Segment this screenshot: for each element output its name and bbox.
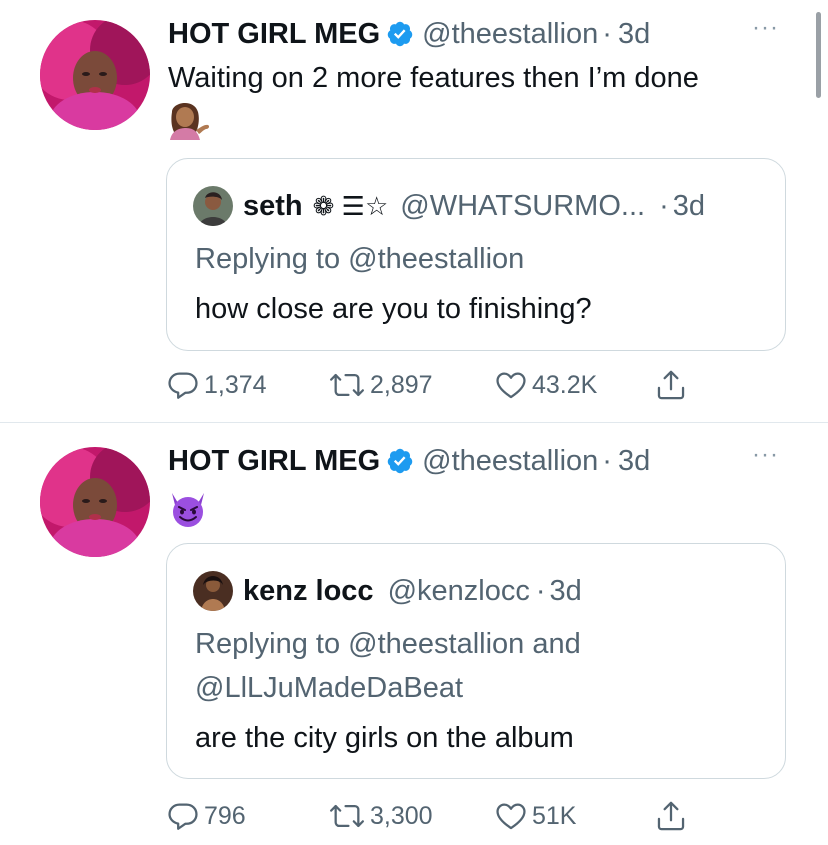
- author-name[interactable]: HOT GIRL MEG: [168, 445, 380, 478]
- woman-tipping-hand-emoji: [170, 102, 210, 140]
- reply-icon: [168, 372, 198, 399]
- share-icon: [657, 801, 685, 831]
- author-handle[interactable]: @theestallion: [422, 18, 598, 51]
- quoted-timestamp: 3d: [672, 189, 705, 222]
- quoted-author-name-glyphs: ❁ ☰☆: [312, 190, 389, 221]
- scrollbar[interactable]: [816, 12, 821, 98]
- verified-badge-icon: [387, 21, 413, 47]
- tweet-actions: 796 3,300 51K: [166, 796, 726, 836]
- separator-dot: ·: [602, 444, 612, 477]
- reply-count: 1,374: [204, 370, 267, 399]
- author-avatar[interactable]: [40, 447, 150, 557]
- verified-badge-icon: [387, 448, 413, 474]
- share-button[interactable]: [654, 365, 688, 405]
- share-icon: [657, 370, 685, 400]
- more-icon[interactable]: ···: [752, 441, 779, 469]
- quoted-author-name: kenz locc: [243, 574, 374, 607]
- author-name[interactable]: HOT GIRL MEG: [168, 18, 380, 51]
- quoted-author-avatar: [193, 186, 233, 226]
- quoted-timestamp: 3d: [549, 574, 582, 607]
- like-button[interactable]: 43.2K: [494, 365, 597, 405]
- quoted-tweet-text: are the city girls on the album: [195, 722, 574, 754]
- heart-icon: [496, 372, 526, 399]
- retweet-icon: [330, 804, 364, 828]
- quoted-tweet-header: kenz locc @kenzlocc · 3d: [193, 570, 582, 612]
- reply-icon: [168, 803, 198, 830]
- replying-to: Replying to @theestallion: [195, 243, 525, 275]
- more-icon[interactable]: ···: [752, 14, 779, 42]
- retweet-button[interactable]: 3,300: [328, 796, 433, 836]
- retweet-icon: [330, 373, 364, 397]
- like-count: 43.2K: [532, 370, 598, 399]
- tweet-actions: 1,374 2,897 43.2K: [166, 365, 726, 405]
- heart-icon: [496, 803, 526, 830]
- retweet-button[interactable]: 2,897: [328, 365, 433, 405]
- retweet-count: 3,300: [370, 801, 433, 830]
- like-button[interactable]: 51K: [494, 796, 576, 836]
- quoted-tweet[interactable]: kenz locc @kenzlocc · 3d Replying to @th…: [166, 543, 786, 779]
- smiling-face-with-horns-emoji: [172, 493, 204, 527]
- reply-button[interactable]: 796: [166, 796, 246, 836]
- quoted-author-handle: @kenzlocc: [387, 574, 530, 607]
- retweet-count: 2,897: [370, 370, 433, 399]
- tweet[interactable]: HOT GIRL MEG @theestallion · 3d ··· kenz…: [0, 423, 828, 845]
- separator-dot: ·: [535, 574, 546, 607]
- reply-count: 796: [204, 801, 246, 830]
- like-count: 51K: [532, 801, 577, 830]
- reply-button[interactable]: 1,374: [166, 365, 267, 405]
- quoted-tweet-text: how close are you to finishing?: [195, 293, 592, 325]
- tweet-text: Waiting on 2 more features then I’m done: [168, 62, 699, 94]
- timestamp[interactable]: 3d: [618, 18, 650, 51]
- separator-dot: ·: [659, 189, 669, 222]
- tweet-header: HOT GIRL MEG @theestallion · 3d: [168, 441, 650, 481]
- quoted-tweet-header: seth ❁ ☰☆ @WHATSURMO... · 3d: [193, 185, 705, 227]
- quoted-author-name: seth: [243, 189, 303, 222]
- share-button[interactable]: [654, 796, 688, 836]
- tweet-header: HOT GIRL MEG @theestallion · 3d: [168, 14, 650, 54]
- quoted-author-avatar: [193, 571, 233, 611]
- timestamp[interactable]: 3d: [618, 445, 650, 478]
- author-avatar[interactable]: [40, 20, 150, 130]
- tweet-emoji: [168, 489, 208, 534]
- replying-to: Replying to @theestallion and @LlLJuMade…: [195, 628, 581, 704]
- separator-dot: ·: [602, 17, 612, 50]
- tweet-emoji: [168, 100, 212, 145]
- tweet[interactable]: HOT GIRL MEG @theestallion · 3d ··· Wait…: [0, 0, 828, 422]
- author-handle[interactable]: @theestallion: [422, 445, 598, 478]
- quoted-author-handle: @WHATSURMO...: [400, 189, 646, 222]
- quoted-tweet[interactable]: seth ❁ ☰☆ @WHATSURMO... · 3d Replying to…: [166, 158, 786, 351]
